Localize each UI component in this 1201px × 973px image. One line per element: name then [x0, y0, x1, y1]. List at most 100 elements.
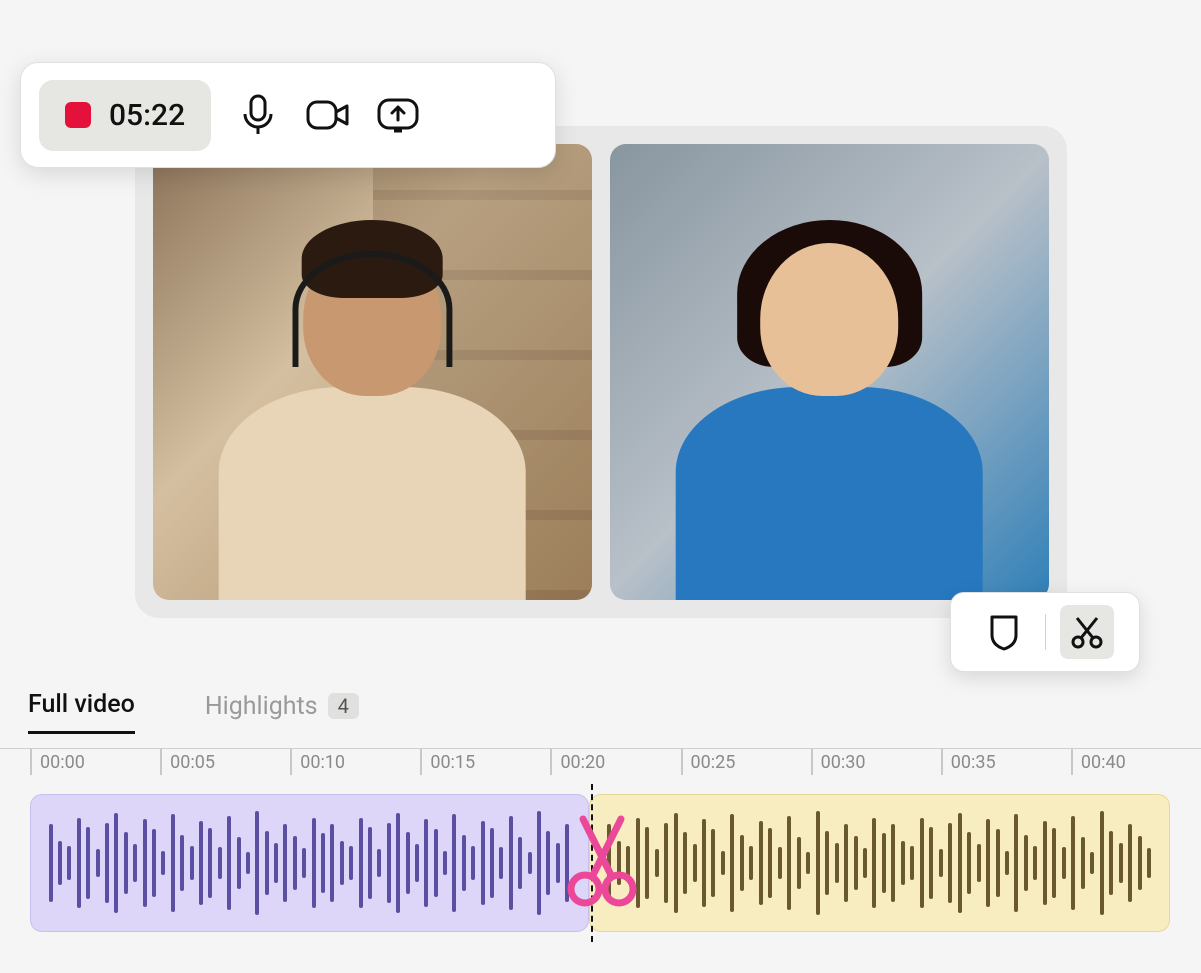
time-tick: 00:15 [420, 749, 550, 775]
waveform-bar [759, 821, 763, 905]
waveform-bar [546, 831, 550, 896]
waveform-bar [797, 837, 801, 889]
waveform-bar [246, 852, 250, 874]
time-tick: 00:00 [30, 749, 160, 775]
waveform-bar [1128, 824, 1132, 902]
participant-tile-2[interactable] [610, 144, 1049, 600]
waveform-bar [854, 836, 858, 890]
scissors-marker-icon [565, 813, 639, 907]
upload-button[interactable] [375, 92, 421, 138]
time-tick: 00:25 [681, 749, 811, 775]
record-indicator-icon [65, 102, 91, 128]
upload-icon [376, 96, 420, 134]
waveform-bar [1119, 843, 1123, 883]
waveform-bar [67, 846, 71, 880]
waveform-bar [237, 837, 241, 889]
cut-marker[interactable] [565, 810, 639, 910]
waveform-bar [387, 823, 391, 904]
waveform-bar [124, 832, 128, 894]
waveform-bar [434, 829, 438, 896]
waveform-bar [977, 844, 981, 882]
waveform-bar [910, 846, 914, 880]
waveform-bar [835, 843, 839, 883]
waveform-bar [1024, 835, 1028, 891]
waveform-bar [674, 813, 678, 914]
waveform-bar [190, 846, 194, 880]
waveform-bar [58, 841, 62, 886]
waveform-bar [1005, 851, 1009, 876]
mic-button[interactable] [235, 92, 281, 138]
waveform-bar [939, 849, 943, 877]
clip-2[interactable] [589, 794, 1170, 932]
waveform-bar [499, 847, 503, 878]
waveform-bar [891, 824, 895, 902]
waveform-bar [929, 827, 933, 900]
waveform-bar [825, 831, 829, 896]
waveform-bar [996, 829, 1000, 896]
time-tick: 00:35 [941, 749, 1071, 775]
shield-button[interactable] [977, 605, 1031, 659]
waveform-bar [683, 832, 687, 894]
waveform-bar [471, 846, 475, 880]
recording-toolbar: 05:22 [20, 62, 556, 168]
waveform-bar [152, 829, 156, 896]
waveform-bar [424, 819, 428, 906]
participant-tile-1[interactable] [153, 144, 592, 600]
waveform-bar [255, 811, 259, 914]
waveform-bar [462, 835, 466, 891]
waveform-bar [208, 828, 212, 897]
shield-icon [988, 613, 1020, 651]
video-button[interactable] [305, 92, 351, 138]
waveform-bar [1052, 828, 1056, 897]
waveform-bar [1090, 852, 1094, 874]
waveform-bar [415, 844, 419, 882]
tab-highlights[interactable]: Highlights 4 [205, 692, 359, 733]
waveform-bar [1043, 821, 1047, 905]
waveform-bar [368, 827, 372, 900]
waveform-bar [199, 821, 203, 905]
waveform-bar [528, 852, 532, 874]
time-ruler: 00:00 00:05 00:10 00:15 00:20 00:25 00:3… [0, 748, 1201, 778]
waveform-bar [133, 844, 137, 882]
waveform-bar [330, 824, 334, 902]
waveform-bar [1014, 814, 1018, 913]
scissors-icon [1069, 614, 1105, 650]
waveform-bar [105, 823, 109, 904]
cut-button[interactable] [1060, 605, 1114, 659]
waveform-bar [556, 843, 560, 883]
waveform-bar [920, 818, 924, 908]
waveform-bar [1033, 846, 1037, 880]
waveform-bar [293, 836, 297, 890]
waveform-bar [768, 828, 772, 897]
waveform-bar [143, 819, 147, 906]
waveform-bar [274, 843, 278, 883]
waveform-bar [396, 813, 400, 914]
mic-icon [239, 94, 277, 136]
waveform-bar [730, 814, 734, 913]
waveform-bar [49, 824, 53, 902]
waveform-bar [452, 814, 456, 913]
time-tick: 00:20 [550, 749, 680, 775]
waveform-bar [1109, 831, 1113, 896]
waveform-bar [967, 832, 971, 894]
waveform-bar [77, 818, 81, 908]
time-tick: 00:10 [290, 749, 420, 775]
waveform-bar [161, 851, 165, 876]
waveform-bar [721, 851, 725, 876]
waveform-bar [180, 835, 184, 891]
clip-1[interactable] [30, 794, 589, 932]
waveform-bar [349, 846, 353, 880]
waveform-bar [359, 818, 363, 908]
waveform-bar [1138, 836, 1142, 890]
tab-full-video[interactable]: Full video [28, 690, 135, 734]
waveform-bar [901, 841, 905, 886]
time-tick: 00:40 [1071, 749, 1201, 775]
waveform-bar [1081, 837, 1085, 889]
record-button[interactable]: 05:22 [39, 80, 211, 151]
waveform-bar [882, 833, 886, 893]
waveform-bar [518, 837, 522, 889]
waveform-bar [1100, 811, 1104, 914]
waveform-bar [806, 852, 810, 874]
waveform-bar [96, 849, 100, 877]
waveform-bar [1071, 816, 1075, 910]
